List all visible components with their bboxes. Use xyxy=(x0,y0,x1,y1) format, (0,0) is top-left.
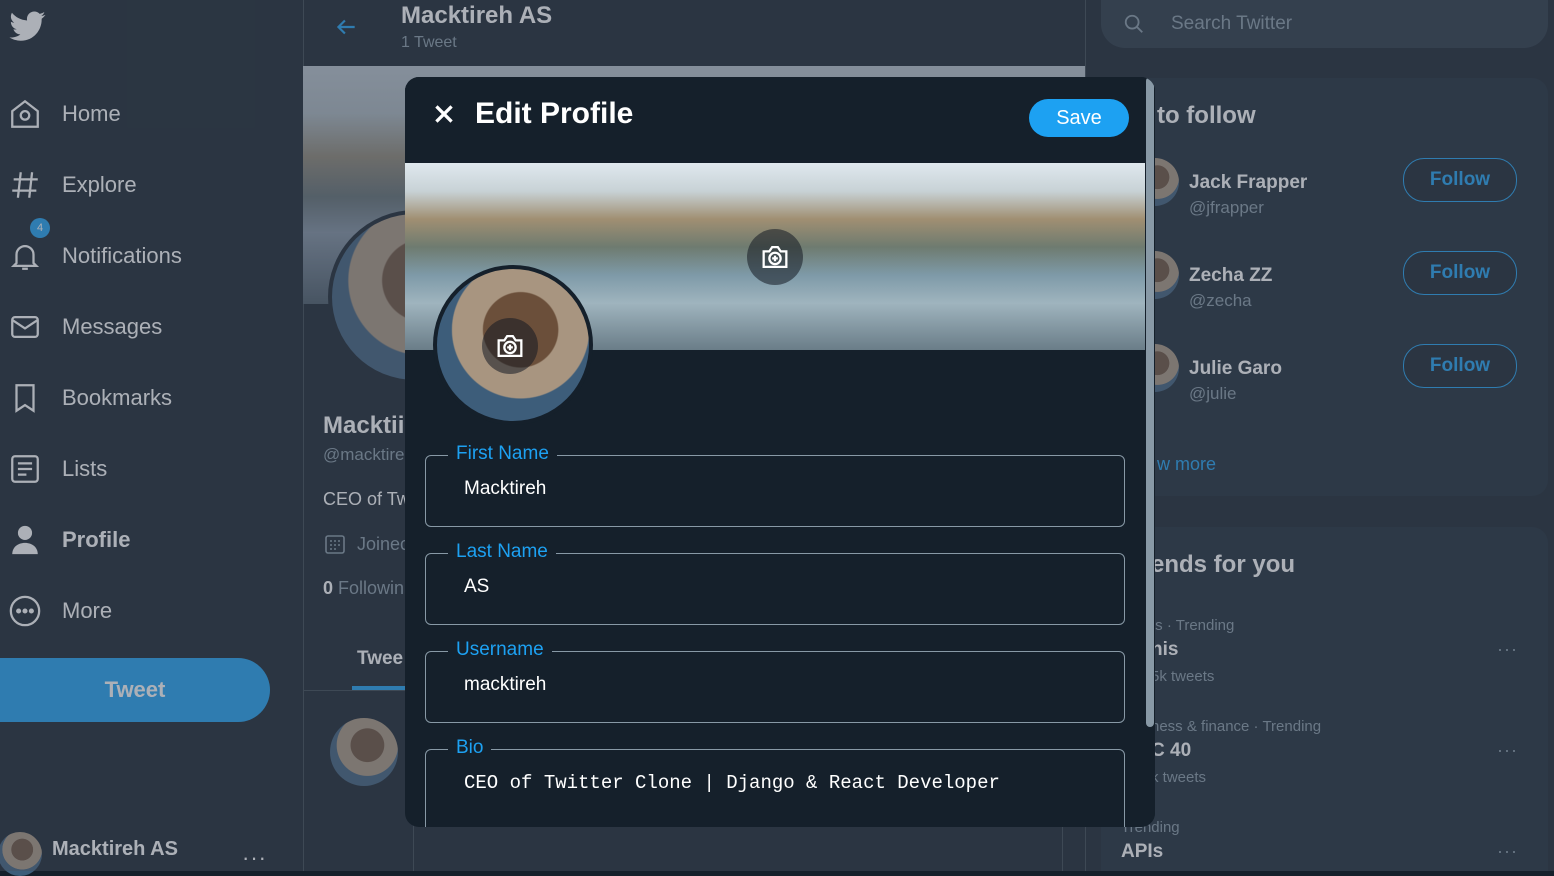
username-label: Username xyxy=(448,639,552,661)
bio-field[interactable]: Bio CEO of Twitter Clone | Django & Reac… xyxy=(425,737,1125,827)
last-name-field[interactable]: Last Name xyxy=(425,541,1125,625)
first-name-label: First Name xyxy=(448,443,557,465)
bio-label: Bio xyxy=(448,737,492,759)
camera-plus-icon xyxy=(497,334,523,358)
modal-header: Edit Profile Save xyxy=(405,77,1145,163)
username-field[interactable]: Username xyxy=(425,639,1125,723)
last-name-input[interactable] xyxy=(464,576,1104,598)
modal-scrollbar[interactable] xyxy=(1145,77,1155,827)
modal-title: Edit Profile xyxy=(475,97,634,130)
username-input[interactable] xyxy=(464,674,1104,696)
bio-input[interactable]: CEO of Twitter Clone | Django & React De… xyxy=(464,772,1104,816)
save-button[interactable]: Save xyxy=(1029,99,1129,137)
scrollbar-thumb[interactable] xyxy=(1146,77,1154,727)
last-name-label: Last Name xyxy=(448,541,556,563)
edit-profile-modal: Edit Profile Save First Name Last Name U… xyxy=(405,77,1155,827)
change-banner-button[interactable] xyxy=(747,229,803,285)
change-avatar-button[interactable] xyxy=(482,318,538,374)
first-name-input[interactable] xyxy=(464,478,1104,500)
camera-plus-icon xyxy=(762,245,788,269)
first-name-field[interactable]: First Name xyxy=(425,443,1125,527)
close-icon[interactable] xyxy=(431,101,457,127)
